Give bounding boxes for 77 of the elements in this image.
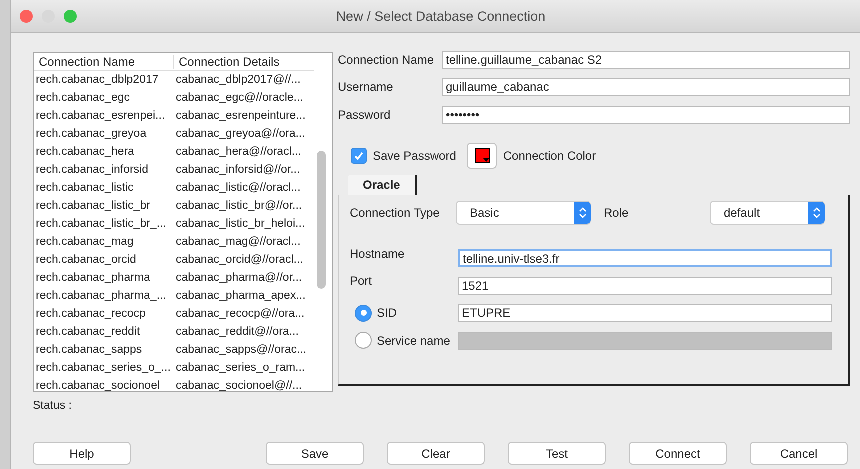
table-cell[interactable]: rech.cabanac_pharma (34, 272, 174, 284)
table-cell[interactable]: cabanac_reddit@//ora... (174, 326, 299, 338)
table-cell[interactable]: rech.cabanac_hera (34, 146, 174, 158)
column-header[interactable]: Connection Name (34, 54, 174, 68)
table-cell[interactable]: rech.cabanac_dblp2017 (34, 74, 174, 86)
status-label: Status : (33, 400, 73, 412)
table-cell[interactable]: cabanac_mag@//oracl... (174, 236, 301, 248)
table-cell[interactable]: rech.cabanac_esrenpei... (34, 110, 174, 122)
stepper-icon (812, 206, 820, 218)
dialog-button[interactable]: Connect (629, 442, 727, 465)
table-cell[interactable]: cabanac_pharma_apex... (174, 290, 306, 302)
input-field[interactable]: ETUPRE (458, 304, 832, 322)
tab[interactable]: Oracle (348, 174, 418, 194)
field-label: Port (350, 273, 374, 288)
table-cell[interactable]: cabanac_listic_br_heloi... (174, 218, 306, 230)
table-cell[interactable]: rech.cabanac_egc (34, 92, 174, 104)
table-cell[interactable]: cabanac_esrenpeinture... (174, 110, 306, 122)
table-cell[interactable]: rech.cabanac_listic (34, 182, 174, 194)
table-cell[interactable]: rech.cabanac_orcid (34, 254, 174, 266)
radio-label: SID (377, 306, 398, 320)
table-cell[interactable]: rech.cabanac_recocp (34, 308, 174, 320)
table-cell[interactable]: cabanac_sapps@//orac... (174, 344, 307, 356)
color-picker-button[interactable] (467, 142, 498, 168)
field-label: Username (338, 80, 394, 94)
table-cell[interactable]: rech.cabanac_socionoel (34, 380, 174, 391)
table-cell[interactable]: cabanac_dblp2017@//... (174, 74, 301, 86)
zoom-button[interactable] (64, 10, 77, 22)
color-label: Connection Color (503, 148, 596, 162)
table-cell[interactable]: cabanac_inforsid@//or... (174, 164, 300, 176)
dropdown[interactable]: default (710, 200, 825, 224)
table-cell[interactable]: cabanac_series_o_ram... (174, 362, 306, 374)
table-cell[interactable]: cabanac_egc@//oracle... (174, 92, 304, 104)
table-cell[interactable]: cabanac_hera@//oracl... (174, 146, 302, 158)
input-field[interactable]: telline.guillaume_cabanac S2 (442, 50, 850, 69)
table-cell[interactable]: cabanac_listic@//oracl... (174, 182, 301, 194)
table-cell[interactable]: cabanac_orcid@//oracl... (174, 254, 304, 266)
input-field[interactable]: guillaume_cabanac (442, 78, 850, 96)
table-cell[interactable]: cabanac_pharma@//or... (174, 272, 302, 284)
radio-button[interactable] (355, 304, 372, 322)
table-cell[interactable]: rech.cabanac_inforsid (34, 164, 174, 176)
table-cell[interactable]: rech.cabanac_pharma_... (34, 290, 174, 302)
table-cell[interactable]: rech.cabanac_series_o_... (34, 362, 174, 374)
close-button[interactable] (20, 10, 33, 22)
dialog-button[interactable]: Cancel (750, 442, 848, 465)
scrollbar-thumb[interactable] (317, 151, 326, 289)
dropdown[interactable]: Basic (456, 200, 591, 224)
table-cell[interactable]: rech.cabanac_sapps (34, 344, 174, 356)
checkmark-icon (354, 150, 364, 160)
help-button[interactable]: Help (33, 442, 131, 465)
radio-label: Service name (377, 334, 450, 348)
table-cell[interactable]: cabanac_greyoa@//ora... (174, 128, 306, 140)
dialog-button[interactable]: Test (508, 442, 606, 465)
field-label: Hostname (350, 246, 406, 260)
table-cell[interactable]: cabanac_recocp@//ora... (174, 308, 305, 320)
field-label: Password (338, 108, 392, 122)
dialog-button[interactable]: Clear (387, 442, 485, 465)
field-label: Connection Name (338, 52, 436, 67)
input-field[interactable]: 1521 (458, 276, 832, 295)
table-cell[interactable]: cabanac_socionoel@//... (174, 380, 302, 391)
stepper-icon (578, 206, 586, 218)
caret-icon (483, 158, 490, 162)
window-title: New / Select Database Connection (336, 8, 546, 24)
radio-button[interactable] (355, 332, 372, 350)
table-cell[interactable]: cabanac_listic_br@//or... (174, 200, 302, 212)
checkbox-label: Save Password (373, 148, 456, 162)
dialog-button[interactable]: Save (266, 442, 364, 465)
table-cell[interactable]: rech.cabanac_listic_br_... (34, 218, 174, 230)
input-field[interactable]: telline.univ-tlse3.fr (458, 249, 832, 268)
table-cell[interactable]: rech.cabanac_listic_br (34, 200, 174, 212)
column-header[interactable]: Connection Details (174, 54, 280, 68)
table-cell[interactable]: rech.cabanac_mag (34, 236, 174, 248)
field-label: Connection Type (350, 206, 441, 220)
checkbox[interactable] (351, 148, 367, 164)
table-cell[interactable]: rech.cabanac_reddit (34, 326, 174, 338)
field-label: Role (604, 206, 630, 220)
input-field[interactable]: •••••••• (442, 106, 850, 124)
table-cell[interactable]: rech.cabanac_greyoa (34, 128, 174, 140)
